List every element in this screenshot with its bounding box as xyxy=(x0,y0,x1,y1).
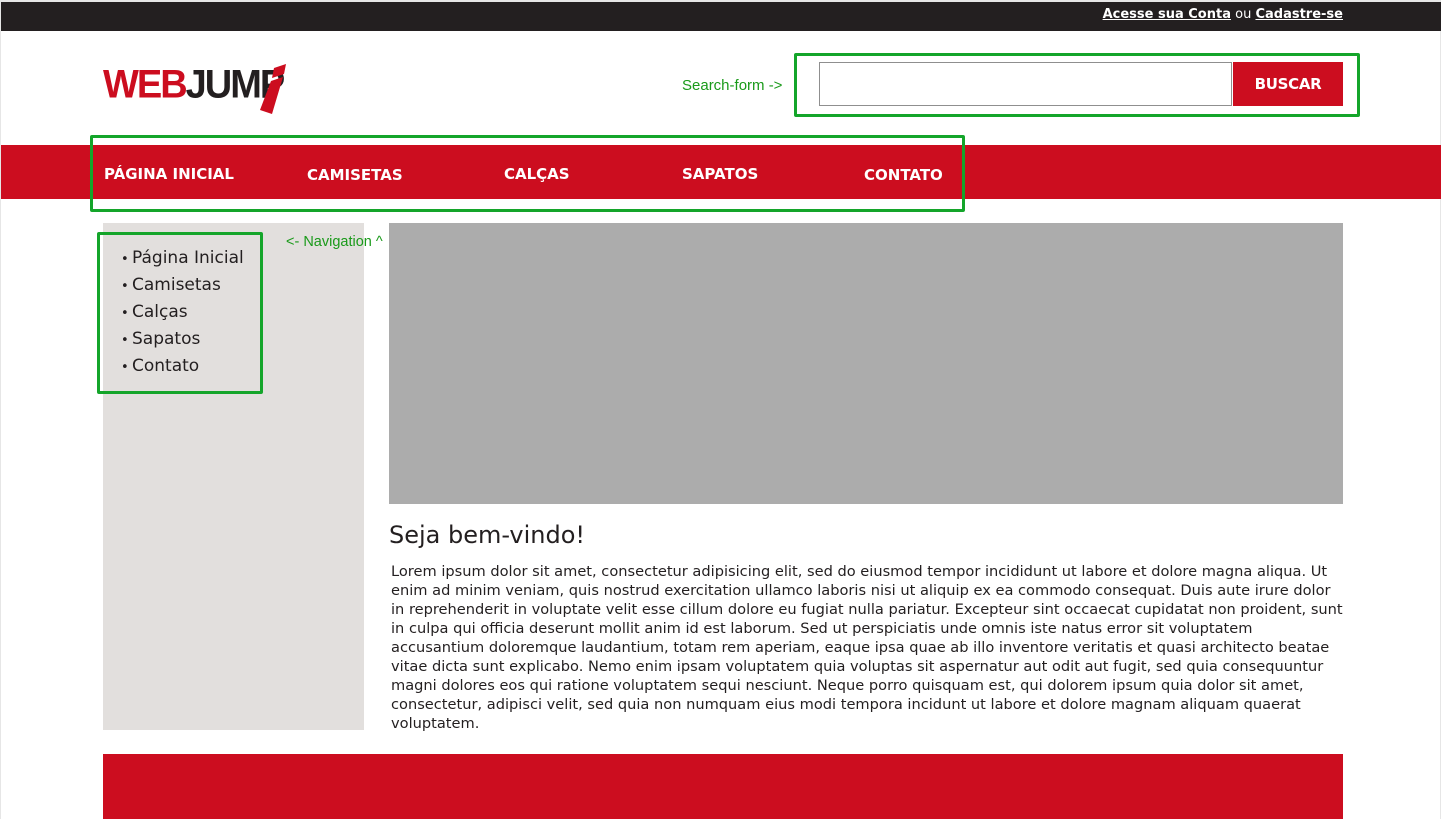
logo-text-web: WEB xyxy=(103,62,188,108)
register-link[interactable]: Cadastre-se xyxy=(1255,7,1343,22)
logo-wordmark: WEBJUMP xyxy=(103,62,285,108)
footer xyxy=(103,754,1343,819)
login-link[interactable]: Acesse sua Conta xyxy=(1103,7,1231,22)
logo-slash-icon xyxy=(260,64,286,114)
account-links: Acesse sua Conta ou Cadastre-se xyxy=(1103,7,1343,22)
search-button[interactable]: BUSCAR xyxy=(1233,62,1343,106)
top-bar: Acesse sua Conta ou Cadastre-se xyxy=(1,0,1441,31)
navigation-annotation-box xyxy=(90,135,965,212)
banner-image-placeholder xyxy=(389,223,1343,504)
welcome-text: Lorem ipsum dolor sit amet, consectetur … xyxy=(391,563,1343,732)
search-form-annotation: Search-form -> xyxy=(682,77,783,94)
page-title: Seja bem-vindo! xyxy=(389,521,586,549)
navigation-annotation: <- Navigation ^ xyxy=(286,234,383,250)
sidebar-annotation-box xyxy=(97,232,263,394)
search-input[interactable] xyxy=(819,62,1232,106)
account-separator: ou xyxy=(1235,7,1252,22)
